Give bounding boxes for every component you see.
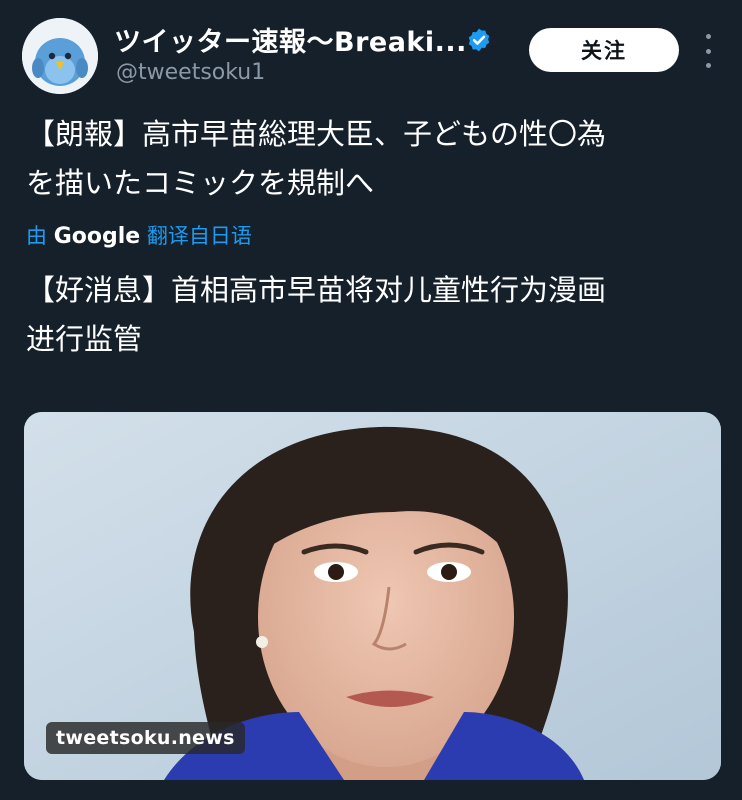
tweet-media-image[interactable]: tweetsoku.news bbox=[24, 412, 721, 780]
tweet-text: 【朗報】高市早苗総理大臣、子どもの性〇為 を描いたコミックを規制へ bbox=[26, 117, 607, 200]
verified-badge-icon bbox=[468, 28, 490, 52]
translation-prefix: 由 bbox=[26, 224, 47, 248]
translation-action: 翻译自日语 bbox=[146, 224, 252, 248]
more-vertical-icon[interactable] bbox=[700, 34, 716, 68]
follow-button[interactable]: 关注 bbox=[529, 28, 679, 72]
translated-text: 【好消息】首相高市早苗将对儿童性行为漫画 进行监管 bbox=[26, 273, 607, 356]
media-watermark: tweetsoku.news bbox=[46, 722, 245, 754]
author-display-name[interactable]: ツイッター速報〜Breaki... bbox=[114, 20, 467, 59]
translation-provider: Google bbox=[53, 224, 141, 249]
author-handle[interactable]: @tweetsoku1 bbox=[116, 60, 265, 85]
tweet-card: ツイッター速報〜Breaki... @tweetsoku1 关注 【朗報】高市早… bbox=[0, 0, 742, 800]
bird-icon bbox=[22, 18, 98, 94]
author-avatar[interactable] bbox=[22, 18, 98, 94]
translation-attribution[interactable]: 由 Google 翻译自日语 bbox=[26, 220, 252, 250]
